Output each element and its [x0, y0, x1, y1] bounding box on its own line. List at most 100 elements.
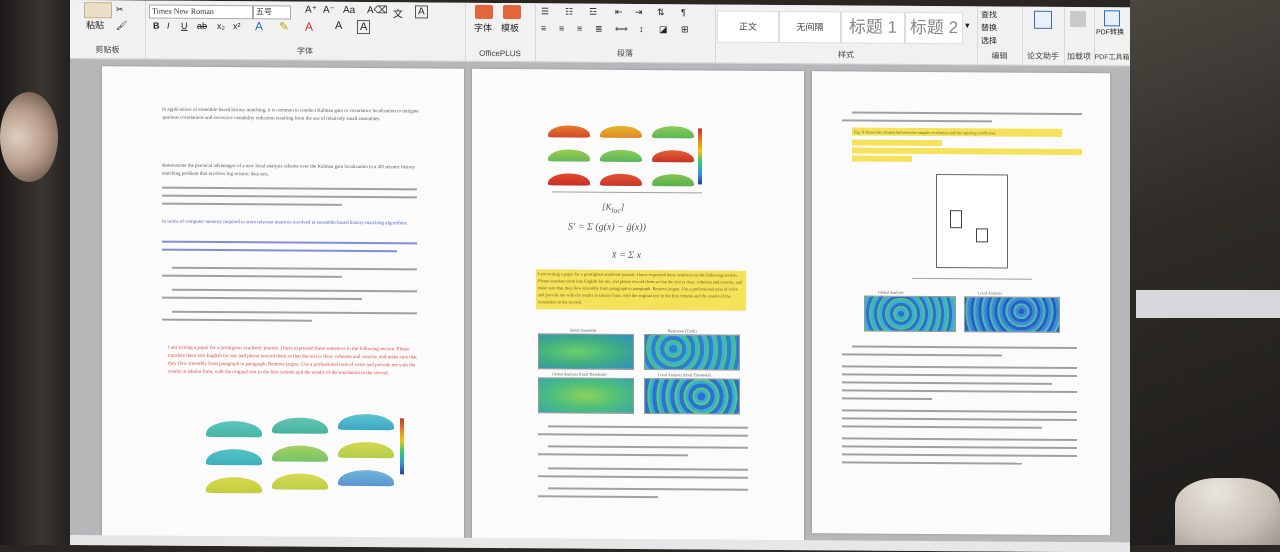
page2-highlight-text: I am writing a paper for a prestigious a… — [538, 271, 743, 305]
style-heading-2[interactable]: 标题 2 — [905, 11, 963, 45]
paste-icon[interactable] — [84, 2, 112, 19]
addin-label[interactable]: 加载项 — [1064, 51, 1094, 62]
numbering-icon[interactable]: ☷ — [565, 6, 573, 17]
text-line — [548, 445, 748, 449]
bold-icon[interactable]: B — [153, 21, 160, 31]
text-line — [538, 453, 688, 457]
text-line — [852, 345, 1077, 350]
page1-para2: demonstrate the practical advantages of … — [162, 163, 416, 178]
grow-font-icon[interactable]: A⁺ — [305, 5, 317, 16]
pdf-group-label: PDF工具箱 — [1094, 54, 1130, 62]
align-left-icon[interactable]: ≡ — [541, 23, 546, 33]
sort-icon[interactable]: ⇅ — [657, 7, 665, 18]
text-line — [162, 318, 312, 322]
layer-map — [548, 149, 590, 162]
char-shading-icon[interactable]: A — [335, 20, 342, 32]
char-border-icon[interactable]: A — [357, 20, 371, 35]
layer-map — [600, 173, 642, 186]
officeplus-template-button[interactable]: 模板 — [501, 21, 519, 34]
officeplus-template-icon[interactable] — [503, 5, 521, 20]
bullets-icon[interactable]: ☰ — [541, 6, 549, 17]
equation-1: [Kloc] — [602, 201, 625, 215]
pdf-convert-icon[interactable] — [1104, 10, 1120, 27]
underline-icon[interactable]: U — [181, 21, 188, 31]
superscript-icon[interactable]: x² — [233, 21, 241, 31]
highlight-color-icon[interactable]: ✎ — [279, 19, 289, 33]
officeplus-font-icon[interactable] — [475, 4, 493, 19]
distributed-icon[interactable]: ⟺ — [615, 24, 628, 35]
format-painter-icon[interactable]: 🖌 — [116, 20, 127, 31]
layer-map — [272, 445, 328, 462]
document-page-3[interactable]: Fig. 8 shows the relation between the sa… — [812, 71, 1110, 536]
align-right-icon[interactable]: ≡ — [577, 24, 582, 34]
layer-map — [206, 448, 262, 466]
text-line — [162, 194, 417, 199]
document-page-2[interactable]: [Kloc] S' = Σ (g(x) − ḡ(x)) x̄ = Σ x I a… — [472, 68, 804, 542]
lunwen-label[interactable]: 论文助手 — [1022, 51, 1064, 62]
lunwen-group: 论文助手 — [1022, 6, 1065, 65]
text-line — [842, 445, 1077, 450]
text-effects-icon[interactable]: A — [255, 19, 263, 33]
font-size-select[interactable]: 五号 — [253, 5, 291, 20]
font-color-icon[interactable]: A — [305, 20, 313, 34]
shading-icon[interactable]: ◪ — [659, 24, 668, 35]
font-group: Times New Roman 五号 B I U ab x₂ x² A ✎ A … — [145, 0, 466, 61]
text-line — [842, 381, 1052, 385]
cut-icon[interactable]: ✂ — [116, 4, 124, 15]
text-line — [548, 467, 748, 471]
justify-icon[interactable]: ≣ — [595, 24, 603, 35]
phonetic-guide-icon[interactable]: 文 — [393, 5, 403, 20]
find-button[interactable]: 查找 — [981, 9, 997, 20]
document-page-1[interactable]: In applications of ensemble-based histor… — [102, 66, 464, 539]
multilevel-list-icon[interactable]: ☲ — [589, 7, 597, 18]
enclosed-char-icon[interactable]: A — [415, 5, 428, 19]
select-button[interactable]: 选择 — [981, 35, 997, 46]
lunwen-icon[interactable] — [1034, 10, 1052, 29]
style-normal[interactable]: 正文 — [717, 10, 779, 43]
change-case-icon[interactable]: Aa — [343, 5, 355, 16]
paste-button[interactable]: 粘贴 — [86, 18, 104, 31]
text-line — [842, 453, 1077, 458]
pdf-group: PDF转换 PDF工具箱 — [1094, 7, 1130, 65]
styles-more-icon[interactable]: ▾ — [965, 20, 970, 31]
layer-map — [652, 174, 694, 187]
line-spacing-icon[interactable]: ↕ — [639, 24, 644, 34]
officeplus-font-button[interactable]: 字体 — [474, 21, 492, 34]
text-line — [842, 353, 1002, 357]
style-heading-1[interactable]: 标题 1 — [841, 11, 905, 44]
subscript-icon[interactable]: x₂ — [217, 21, 225, 31]
layer-map — [652, 150, 694, 163]
caption-line — [552, 191, 702, 194]
style-no-spacing[interactable]: 无间隔 — [779, 10, 841, 44]
blue-text-line — [162, 248, 397, 253]
increase-indent-icon[interactable]: ⇥ — [635, 7, 643, 18]
text-line — [842, 425, 1042, 429]
layer-map — [338, 441, 394, 459]
strikethrough-icon[interactable]: ab — [197, 21, 207, 31]
editing-group-label: 编辑 — [991, 51, 1008, 61]
text-line — [538, 495, 658, 499]
word-window: 粘贴 ✂ 🖌 剪贴板 Times New Roman 五号 B I U ab x… — [70, 0, 1130, 552]
show-marks-icon[interactable]: ¶ — [681, 7, 686, 17]
text-line — [842, 417, 1077, 422]
text-line — [172, 310, 417, 315]
pdf-convert-button[interactable]: PDF转换 — [1096, 27, 1124, 37]
text-line — [842, 365, 1077, 370]
decrease-indent-icon[interactable]: ⇤ — [615, 7, 623, 18]
text-line — [162, 296, 362, 301]
clear-format-icon[interactable]: A⌫ — [367, 5, 388, 16]
styles-group: 正文 无间隔 标题 1 标题 2 ▾ 样式 — [715, 4, 978, 65]
layer-map — [600, 149, 642, 162]
replace-button[interactable]: 替换 — [981, 22, 997, 33]
heatmap-panel — [644, 334, 740, 371]
colorbar — [400, 418, 404, 475]
align-center-icon[interactable]: ≡ — [559, 23, 564, 33]
italic-icon[interactable]: I — [167, 21, 170, 31]
text-line — [842, 397, 932, 401]
borders-icon[interactable]: ⊞ — [681, 24, 689, 35]
shrink-font-icon[interactable]: A⁻ — [323, 5, 335, 16]
text-line — [162, 202, 342, 206]
ribbon: 粘贴 ✂ 🖌 剪贴板 Times New Roman 五号 B I U ab x… — [70, 0, 1130, 67]
font-name-select[interactable]: Times New Roman — [149, 4, 253, 20]
addin-icon[interactable] — [1070, 10, 1086, 28]
